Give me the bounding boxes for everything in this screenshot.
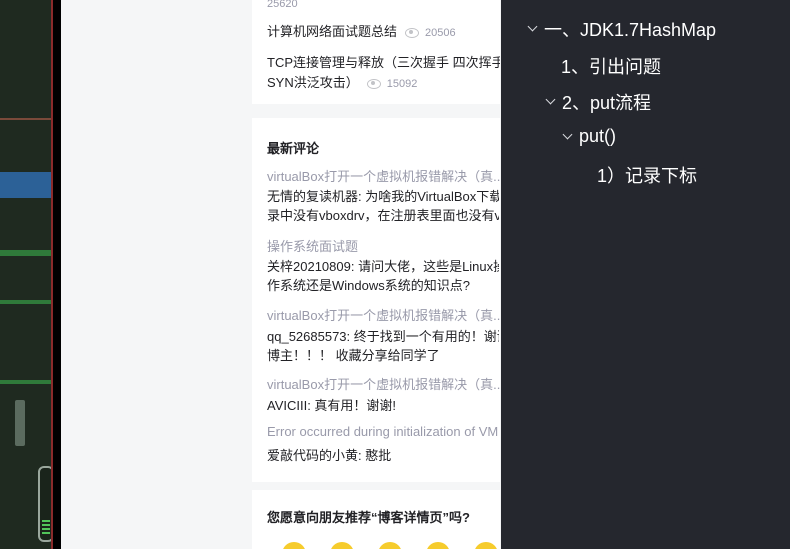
editor-line <box>0 300 53 304</box>
slider-level-bar <box>42 528 50 530</box>
comment-text: 无情的复读机器: 为啥我的VirtualBox下载目 录中没有vboxdrv，在… <box>267 187 499 225</box>
view-count: 15092 <box>386 78 418 90</box>
hot-articles-card: 25620 计算机网络面试题总结 20506 TCP连接管理与释放（三次握手 四次… <box>252 0 500 104</box>
background-editor-strip <box>0 0 53 549</box>
latest-comments-card: 最新评论 virtualBox打开一个虚拟机报错解决（真... 无情的复读机器:… <box>252 118 500 482</box>
toc-item-label[interactable]: 一、JDK1.7HashMap <box>544 16 716 42</box>
editor-scrollbar-thumb[interactable] <box>15 400 25 446</box>
chevron-down-icon[interactable] <box>545 94 556 105</box>
recommend-question: 您愿意向朋友推荐“博客详情页”吗? <box>267 510 470 525</box>
toc-item-jdk17-hashmap[interactable]: 一、JDK1.7HashMap <box>527 16 716 42</box>
comment-article-link[interactable]: 操作系统面试题 <box>267 236 500 255</box>
toc-item-intro-question[interactable]: 1、引出问题 <box>561 53 661 79</box>
comment-article-link[interactable]: virtualBox打开一个虚拟机报错解决（真... <box>267 305 500 324</box>
slider-level-bar <box>42 532 50 534</box>
partial-view-count: 25620 <box>267 0 298 10</box>
toc-item-put-flow[interactable]: 2、put流程 <box>545 89 651 115</box>
comment-article-link[interactable]: virtualBox打开一个虚拟机报错解决（真... <box>267 374 500 393</box>
window-gap <box>53 0 61 549</box>
comment-line: 爱敲代码的小黄: 憨批 <box>267 448 392 463</box>
comment-line: AVICIII: 真有用！谢谢! <box>267 398 397 413</box>
hot-article-title-cont[interactable]: SYN洪泛攻击） <box>267 75 359 90</box>
comment-line: qq_52685573: 终于找到一个有用的！谢谢 <box>267 329 499 344</box>
comment-article-link[interactable]: virtualBox打开一个虚拟机报错解决（真... <box>267 166 500 185</box>
comment-line: 无情的复读机器: 为啥我的VirtualBox下载目 <box>267 189 499 204</box>
toc-item-put-method[interactable]: put() <box>562 126 616 147</box>
comment-text: AVICIII: 真有用！谢谢! <box>267 396 499 415</box>
editor-selection <box>0 172 53 198</box>
comment-text: 关梓20210809: 请问大佬，这些是Linux操 作系统还是Windows系… <box>267 257 499 295</box>
comment-article-link[interactable]: Error occurred during initialization of … <box>267 424 500 439</box>
hot-article-item[interactable]: 计算机网络面试题总结 20506 <box>267 22 500 43</box>
eye-icon <box>366 78 381 89</box>
editor-line <box>0 250 53 256</box>
rating-emoji-2-icon[interactable] <box>330 542 354 549</box>
comment-text: 爱敲代码的小黄: 憨批 <box>267 446 499 465</box>
view-count: 20506 <box>425 27 456 39</box>
comment-text: qq_52685573: 终于找到一个有用的！谢谢 博主！！！ 收藏分享给同学了 <box>267 327 499 365</box>
toc-item-label[interactable]: put() <box>579 126 616 147</box>
comment-line: 录中没有vboxdrv，在注册表里面也没有v <box>267 208 499 223</box>
slider-level-bar <box>42 520 50 522</box>
eye-icon <box>405 27 420 38</box>
chevron-down-icon[interactable] <box>562 129 573 139</box>
rating-emoji-3-icon[interactable] <box>378 542 402 549</box>
editor-line <box>0 380 53 384</box>
comment-line: 博主！！！ 收藏分享给同学了 <box>267 348 440 363</box>
toc-item-label[interactable]: 2、put流程 <box>562 89 651 115</box>
recommend-card: 您愿意向朋友推荐“博客详情页”吗? <box>252 490 500 549</box>
editor-line <box>0 118 53 120</box>
rating-emoji-5-icon[interactable] <box>474 542 498 549</box>
comments-heading: 最新评论 <box>267 141 320 156</box>
chevron-down-icon[interactable] <box>527 21 538 32</box>
rating-emoji-1-icon[interactable] <box>282 542 306 549</box>
rating-emoji-4-icon[interactable] <box>426 542 450 549</box>
toc-item-label[interactable]: 1）记录下标 <box>597 162 697 188</box>
toc-item-label[interactable]: 1、引出问题 <box>561 53 661 79</box>
toc-item-record-index[interactable]: 1）记录下标 <box>597 162 697 188</box>
hot-article-title[interactable]: TCP连接管理与释放（三次握手 四次挥手 <box>267 53 500 73</box>
hot-article-item[interactable]: TCP连接管理与释放（三次握手 四次挥手 SYN洪泛攻击） 15092 <box>267 53 500 94</box>
table-of-contents-panel: 一、JDK1.7HashMap 1、引出问题 2、put流程 put() 1）记… <box>501 0 790 549</box>
comment-line: 作系统还是Windows系统的知识点? <box>267 278 470 293</box>
slider-level-bar <box>42 524 50 526</box>
comment-line: 关梓20210809: 请问大佬，这些是Linux操 <box>267 259 499 274</box>
hot-article-title[interactable]: 计算机网络面试题总结 <box>267 24 397 39</box>
